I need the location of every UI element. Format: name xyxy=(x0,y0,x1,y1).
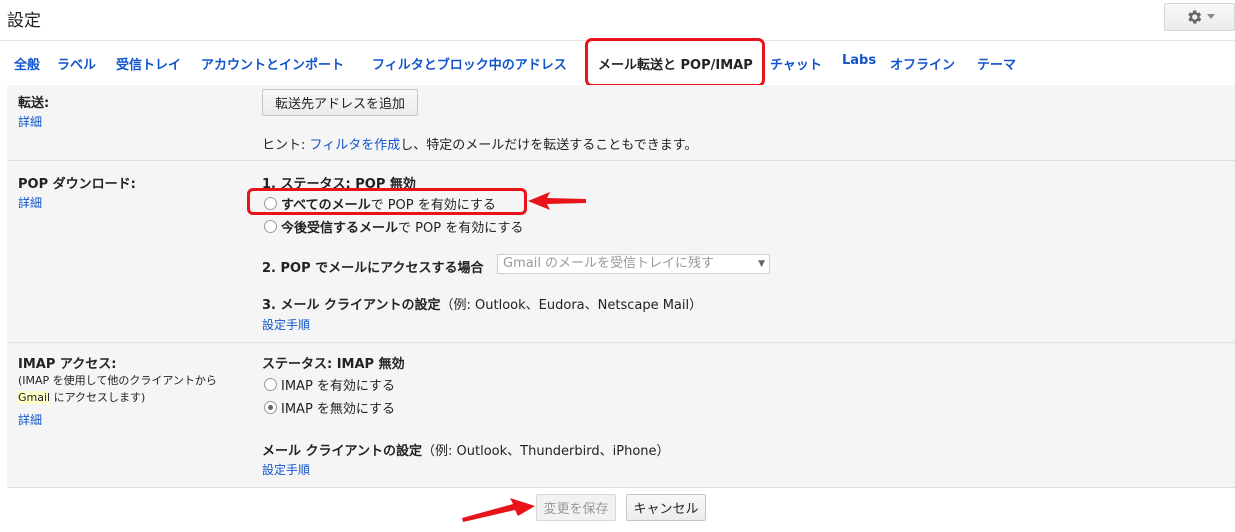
tab-inbox[interactable]: 受信トレイ xyxy=(116,54,181,73)
tab-accounts[interactable]: アカウントとインポート xyxy=(201,54,344,73)
chevron-down-icon xyxy=(1206,14,1215,20)
radio-button[interactable] xyxy=(264,220,277,233)
tab-filters[interactable]: フィルタとブロック中のアドレス xyxy=(372,54,567,73)
pop-access-select-value: Gmail のメールを受信トレイに残す xyxy=(503,256,715,271)
tab-offline[interactable]: オフライン xyxy=(890,54,955,73)
pop-setup-instructions-link[interactable]: 設定手順 xyxy=(262,316,310,333)
pop-client-bold-label: 3. メール クライアントの設定 xyxy=(262,298,441,313)
pop-client-setup: 3. メール クライアントの設定（例: Outlook、Eudora、Netsc… xyxy=(262,294,702,313)
gear-icon xyxy=(1185,8,1203,26)
tab-chat[interactable]: チャット xyxy=(770,54,822,73)
radio-button-checked[interactable] xyxy=(264,401,277,414)
row-divider xyxy=(7,342,1235,343)
row-divider xyxy=(7,160,1235,161)
imap-description-line2: Gmail にアクセスします) xyxy=(18,390,145,406)
dropdown-caret-icon: ▼ xyxy=(758,259,765,269)
radio-button[interactable] xyxy=(264,378,277,391)
imap-enable-radio[interactable]: IMAP を有効にする xyxy=(264,375,395,394)
tab-themes[interactable]: テーマ xyxy=(977,54,1016,73)
create-filter-link[interactable]: フィルタを作成 xyxy=(310,138,401,153)
forwarding-details-link[interactable]: 詳細 xyxy=(18,113,42,130)
pop-access-select[interactable]: Gmail のメールを受信トレイに残す ▼ xyxy=(497,254,770,274)
hint-prefix: ヒント: xyxy=(262,138,310,153)
imap-desc-rest: にアクセスします) xyxy=(50,391,146,404)
forwarding-hint: ヒント: フィルタを作成し、特定のメールだけを転送することもできます。 xyxy=(262,134,697,153)
imap-client-bold-label: メール クライアントの設定 xyxy=(262,444,423,459)
imap-status: ステータス: IMAP 無効 xyxy=(262,357,405,372)
tab-labels[interactable]: ラベル xyxy=(57,54,96,73)
imap-disable-radio[interactable]: IMAP を無効にする xyxy=(264,398,395,417)
forwarding-label: 転送: xyxy=(18,96,50,111)
row-divider xyxy=(7,487,1235,488)
settings-gear-button[interactable] xyxy=(1164,3,1235,31)
annotation-arrow-icon xyxy=(528,192,586,210)
add-forwarding-address-button[interactable]: 転送先アドレスを追加 xyxy=(262,89,418,116)
annotation-arrow-icon xyxy=(462,498,535,522)
hint-suffix: し、特定のメールだけを転送することもできます。 xyxy=(400,138,698,153)
page-title: 設定 xyxy=(7,11,41,31)
annotation-highlight-radio xyxy=(247,188,527,215)
imap-details-link[interactable]: 詳細 xyxy=(18,411,42,428)
pop-future-bold-label: 今後受信するメール xyxy=(281,221,399,236)
imap-disable-label: IMAP を無効にする xyxy=(281,402,396,417)
settings-header: 設定 xyxy=(0,0,1235,41)
pop-label: POP ダウンロード: xyxy=(18,177,136,192)
imap-client-examples: （例: Outlook、Thunderbird、iPhone） xyxy=(422,444,670,459)
imap-setup-instructions-link[interactable]: 設定手順 xyxy=(262,461,310,478)
pop-access-label: 2. POP でメールにアクセスする場合 xyxy=(262,261,484,276)
pop-future-label: で POP を有効にする xyxy=(398,221,524,236)
pop-client-examples: （例: Outlook、Eudora、Netscape Mail） xyxy=(440,298,703,313)
pop-details-link[interactable]: 詳細 xyxy=(18,194,42,211)
save-changes-button[interactable]: 変更を保存 xyxy=(536,494,616,521)
tab-labs[interactable]: Labs xyxy=(842,53,876,68)
imap-enable-label: IMAP を有効にする xyxy=(281,379,396,394)
pop-enable-future-radio[interactable]: 今後受信するメールで POP を有効にする xyxy=(264,217,523,236)
annotation-highlight-tab xyxy=(585,38,765,87)
imap-label: IMAP アクセス: xyxy=(18,357,117,372)
tab-general[interactable]: 全般 xyxy=(14,54,40,73)
imap-client-setup: メール クライアントの設定（例: Outlook、Thunderbird、iPh… xyxy=(262,440,670,459)
imap-description-line1: (IMAP を使用して他のクライアントから xyxy=(18,374,217,387)
cancel-button[interactable]: キャンセル xyxy=(626,494,706,521)
gmail-highlight: Gmail xyxy=(18,391,51,404)
